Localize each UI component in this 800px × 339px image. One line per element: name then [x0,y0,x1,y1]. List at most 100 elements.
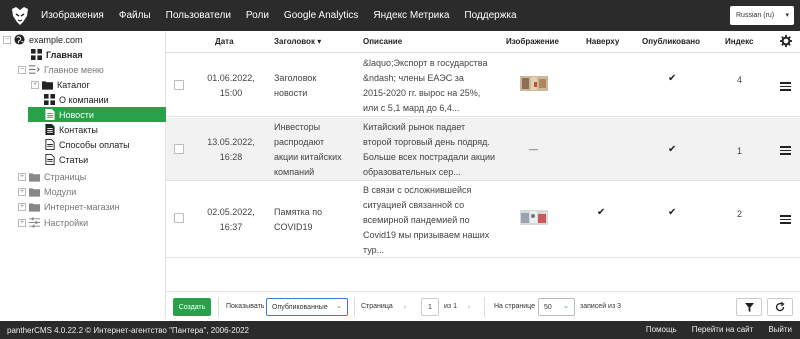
tree-label-home: Главная [46,49,83,60]
panther-logo-icon[interactable] [9,5,31,27]
blocks-icon [44,94,55,105]
header-image[interactable]: Изображение [506,37,559,46]
row-checkbox[interactable] [174,213,184,223]
collapse-toggle[interactable]: − [3,35,11,44]
tree-label-news: Новости [59,109,94,120]
document-outline-icon [44,139,55,150]
site-tree: − example.com Главная − Главное меню + К… [0,31,166,319]
tree-label-contacts: Контакты [59,124,98,135]
chevron-down-icon: ⌄ [563,303,569,310]
nav-item-yandex-metrika[interactable]: Яндекс Метрика [373,10,449,21]
chevron-down-icon: ▾ [785,12,789,19]
table-row[interactable]: 13.05.2022, 16:28 Инвесторы распродают а… [166,118,800,181]
table-row[interactable]: 02.05.2022, 16:37 Памятка по COVID19 В с… [166,182,800,258]
expand-toggle[interactable]: + [18,218,26,227]
table-row[interactable]: 01.06.2022, 15:00 Заголовок новости &laq… [166,54,800,117]
globe-icon [14,34,25,45]
divider [354,297,355,317]
tree-item-catalog[interactable]: + Каталог [31,77,90,92]
nav-item-images[interactable]: Изображения [41,10,104,21]
help-link[interactable]: Помощь [646,325,677,334]
page-input[interactable]: 1 [421,298,439,316]
tree-item-main-menu[interactable]: − Главное меню [18,62,104,77]
row-title-line: Инвесторы [274,122,321,132]
row-time: 16:37 [219,222,243,232]
folder-icon [42,79,53,90]
refresh-icon [775,302,785,312]
page-label: Страница [361,303,393,310]
row-image-thumbnail[interactable] [520,76,548,91]
expand-toggle[interactable]: + [18,202,26,211]
table-header: Дата Заголовок ▾ Описание Изображение На… [166,31,800,53]
tree-item-articles[interactable]: Статьи [44,152,88,167]
tree-item-news[interactable]: Новости [28,107,166,122]
tree-item-pages[interactable]: + Страницы [18,169,86,184]
row-desc-line: ситуацией связанной со [363,200,465,210]
filter-icon [744,302,754,312]
row-image-thumbnail[interactable] [520,210,548,225]
logout-link[interactable]: Выйти [768,325,792,334]
folder-icon [29,201,40,212]
tree-label-articles: Статьи [59,154,89,165]
header-published[interactable]: Опубликовано [642,37,700,46]
refresh-button[interactable] [767,298,793,316]
document-icon [44,124,55,135]
tree-item-shop[interactable]: + Интернет-магазин [18,199,120,214]
divider [484,297,485,317]
status-filter-value: Опубликованные [272,303,328,311]
nav-item-users[interactable]: Пользователи [166,10,231,21]
per-page-select[interactable]: 50 ⌄ [538,298,575,316]
tree-item-about[interactable]: О компании [44,92,109,107]
tree-item-payment[interactable]: Способы оплаты [44,137,130,152]
nav-item-roles[interactable]: Роли [246,10,269,21]
header-index[interactable]: Индекс [725,37,753,46]
tree-label-modules: Модули [44,186,77,197]
row-desc-line: всемирной пандемией по [363,215,470,225]
row-date: 01.06.2022, [207,73,255,83]
header-top[interactable]: Наверху [586,37,619,46]
next-page-button[interactable]: › [462,298,476,316]
row-desc-line: тур... [363,245,385,255]
header-date[interactable]: Дата [215,37,234,46]
row-desc-line: или с 5,1 мард до 6,4... [363,103,460,113]
expand-toggle[interactable]: + [18,187,26,196]
records-count: записей из 3 [580,303,622,310]
top-navbar: Изображения Файлы Пользователи Роли Goog… [0,0,800,31]
header-title[interactable]: Заголовок ▾ [274,37,321,46]
no-image-dash: — [529,144,538,154]
expand-toggle[interactable]: + [18,172,26,181]
row-menu-icon[interactable] [780,146,791,155]
status-filter-select[interactable]: Опубликованные ⌄ [266,298,348,316]
expand-toggle[interactable]: + [31,80,39,89]
row-title-line: компаний [274,167,315,177]
row-checkbox[interactable] [174,144,184,154]
row-title-line: распродают [274,137,325,147]
tree-item-settings[interactable]: + Настройки [18,215,88,230]
tree-item-modules[interactable]: + Модули [18,184,76,199]
row-menu-icon[interactable] [780,82,791,91]
row-checkbox[interactable] [174,80,184,90]
row-title-line: COVID19 [274,222,313,232]
tree-label-about: О компании [59,94,109,105]
gear-icon[interactable] [780,35,792,49]
tree-item-site[interactable]: − example.com [3,32,83,47]
nav-item-google-analytics[interactable]: Google Analytics [284,10,359,21]
nav-item-files[interactable]: Файлы [119,10,151,21]
filter-button[interactable] [736,298,762,316]
header-description[interactable]: Описание [363,37,402,46]
document-icon [44,109,55,120]
row-index: 4 [737,75,743,85]
document-outline-icon [44,154,55,165]
collapse-toggle[interactable]: − [18,65,26,74]
tree-label-payment: Способы оплаты [59,139,130,150]
chevron-down-icon: ⌄ [336,303,342,310]
row-desc-line: &laquo;Экспорт в государства [363,58,488,68]
tree-item-home[interactable]: Главная [31,47,83,62]
nav-item-support[interactable]: Поддержка [464,10,516,21]
prev-page-button[interactable]: ‹ [398,298,412,316]
row-menu-icon[interactable] [780,215,791,224]
language-select[interactable]: Russian (ru) ▾ [730,6,794,25]
tree-item-contacts[interactable]: Контакты [44,122,98,137]
create-button[interactable]: Создать [173,298,211,316]
go-to-site-link[interactable]: Перейти на сайт [692,325,754,334]
